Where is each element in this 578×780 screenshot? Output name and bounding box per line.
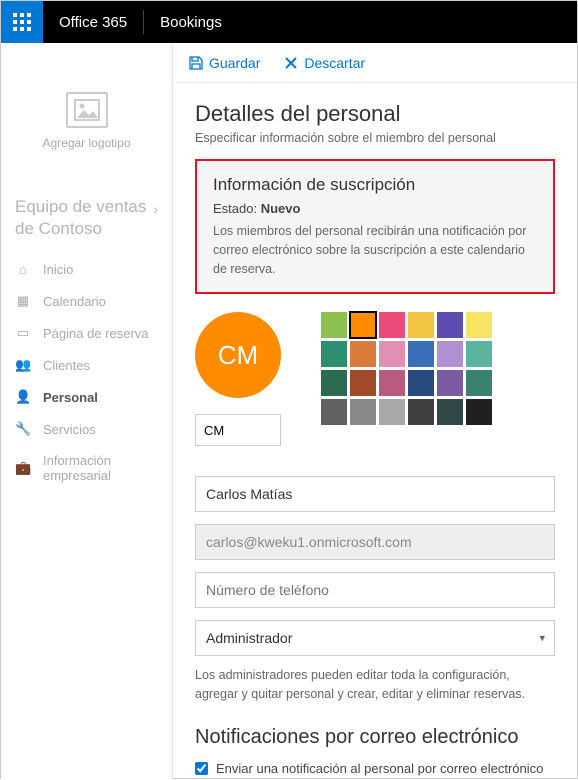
email-field [195,524,555,560]
sidebar: Agregar logotipo Equipo de ventas de Con… [1,43,173,780]
staff-icon: 👤 [15,389,31,405]
team-selector[interactable]: Equipo de ventas de Contoso › [1,186,172,244]
color-swatch[interactable] [379,370,405,396]
sidebar-item-label: Personal [43,390,98,405]
sidebar-item-label: Calendario [43,294,106,309]
product-name[interactable]: Office 365 [43,14,143,31]
close-icon [284,56,298,70]
sidebar-item-label: Página de reserva [43,326,149,341]
topbar: Office 365 Bookings [1,1,577,43]
color-swatch[interactable] [379,312,405,338]
color-swatch[interactable] [350,312,376,338]
sidebar-item-clientes[interactable]: 👥 Clientes [1,349,172,381]
home-icon: ⌂ [15,262,31,277]
phone-field[interactable] [195,572,555,608]
infobox-title: Información de suscripción [213,175,537,195]
briefcase-icon: 💼 [15,460,31,476]
color-swatches [321,312,492,425]
color-swatch[interactable] [379,399,405,425]
color-swatch[interactable] [350,370,376,396]
color-swatch[interactable] [466,399,492,425]
app-name[interactable]: Bookings [144,14,238,31]
save-label: Guardar [209,55,260,71]
sidebar-item-servicios[interactable]: 🔧 Servicios [1,413,172,445]
subscription-info-box: Información de suscripción Estado: Nuevo… [195,159,555,294]
chevron-right-icon: › [153,200,158,218]
save-button[interactable]: Guardar [189,55,260,71]
color-swatch[interactable] [321,341,347,367]
discard-label: Descartar [304,55,365,71]
color-swatch[interactable] [321,399,347,425]
color-swatch[interactable] [466,370,492,396]
color-swatch[interactable] [408,341,434,367]
role-helper-text: Los administradores pueden editar toda l… [195,666,555,704]
notify-checkbox-row[interactable]: Enviar una notificación al personal por … [195,759,555,780]
color-swatch[interactable] [437,399,463,425]
team-name-label: Equipo de ventas de Contoso [15,196,153,240]
sidebar-item-inicio[interactable]: ⌂ Inicio [1,254,172,285]
color-swatch[interactable] [437,312,463,338]
color-swatch[interactable] [466,312,492,338]
initials-input[interactable] [195,414,281,446]
nav: ⌂ Inicio ▦ Calendario ▭ Página de reserva 👥… [1,254,172,491]
calendar-icon: ▦ [15,293,31,309]
infobox-state: Estado: Nuevo [213,201,537,216]
color-swatch[interactable] [408,312,434,338]
avatar: CM [195,312,281,398]
color-swatch[interactable] [350,399,376,425]
wrench-icon: 🔧 [15,421,31,437]
command-bar: Guardar Descartar [173,43,577,83]
sidebar-item-label: Información empresarial [43,453,158,483]
color-swatch[interactable] [408,370,434,396]
name-field[interactable] [195,476,555,512]
sidebar-item-label: Servicios [43,422,96,437]
page-title: Detalles del personal [195,101,555,127]
infobox-description: Los miembros del personal recibirán una … [213,222,537,278]
state-label: Estado: [213,201,257,216]
color-swatch[interactable] [321,370,347,396]
state-value: Nuevo [261,201,301,216]
sidebar-item-calendario[interactable]: ▦ Calendario [1,285,172,317]
page-icon: ▭ [15,325,31,341]
color-swatch[interactable] [350,341,376,367]
role-select[interactable] [195,620,555,656]
sidebar-item-info-empresa[interactable]: 💼 Información empresarial [1,445,172,491]
sidebar-item-label: Inicio [43,262,73,277]
content: Detalles del personal Especificar inform… [173,83,577,780]
notify-label: Enviar una notificación al personal por … [216,759,555,780]
discard-button[interactable]: Descartar [284,55,365,71]
page-subtitle: Especificar información sobre el miembro… [195,131,555,145]
people-icon: 👥 [15,357,31,373]
color-swatch[interactable] [379,341,405,367]
sidebar-item-personal[interactable]: 👤 Personal [1,381,172,413]
save-icon [189,56,203,70]
color-swatch[interactable] [437,341,463,367]
sidebar-item-pagina-reserva[interactable]: ▭ Página de reserva [1,317,172,349]
color-swatch[interactable] [437,370,463,396]
image-placeholder-icon [66,92,108,128]
color-swatch[interactable] [466,341,492,367]
notifications-title: Notificaciones por correo electrónico [195,726,555,749]
notify-checkbox[interactable] [195,762,208,775]
color-swatch[interactable] [321,312,347,338]
sidebar-item-label: Clientes [43,358,90,373]
main-panel: Guardar Descartar Detalles del personal … [173,43,577,780]
add-logo-label: Agregar logotipo [42,136,130,150]
color-swatch[interactable] [408,399,434,425]
add-logo[interactable]: Agregar logotipo [17,63,157,178]
waffle-icon[interactable] [1,1,43,43]
avatar-initials: CM [218,340,258,371]
